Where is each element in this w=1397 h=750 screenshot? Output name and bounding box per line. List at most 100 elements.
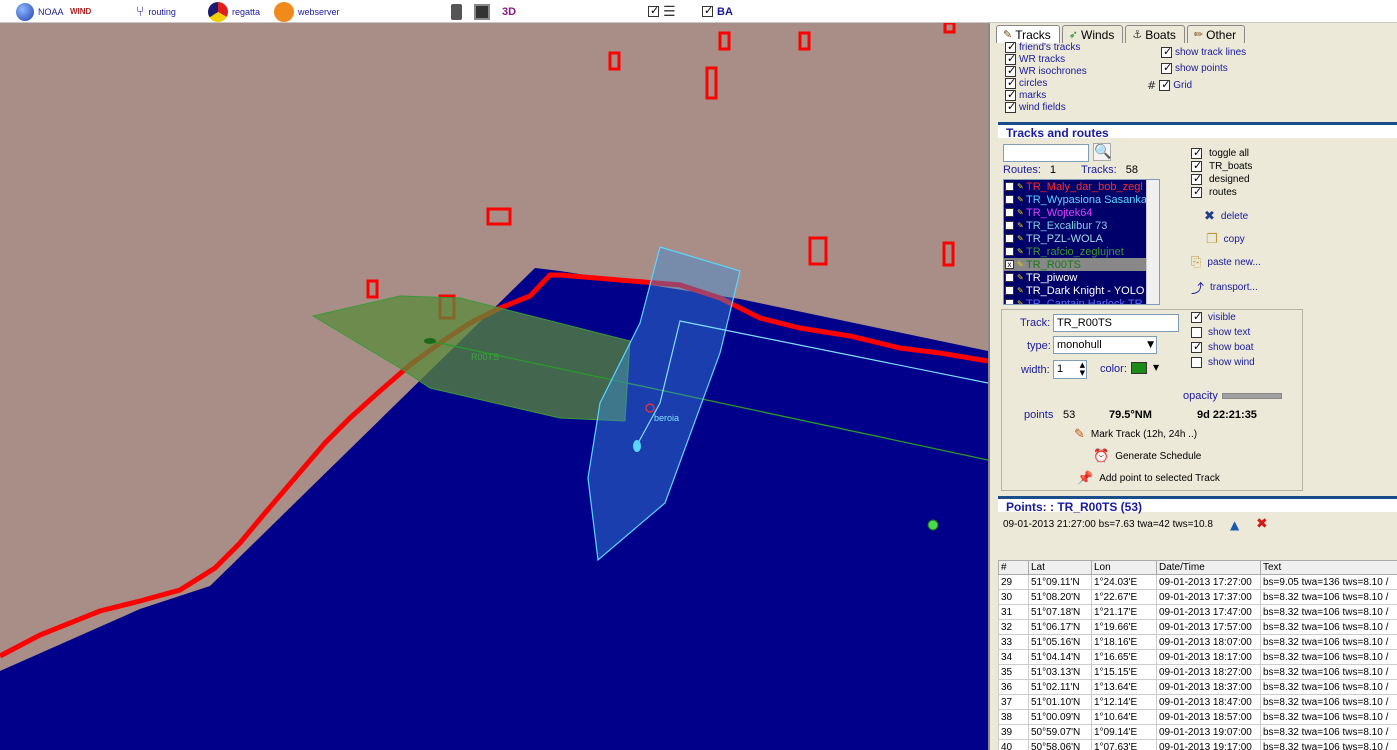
add-point-button[interactable]: 📌 Add point to selected Track bbox=[1077, 471, 1220, 486]
track-item-checkbox[interactable] bbox=[1005, 273, 1014, 282]
track-list-item[interactable]: ✎ TR_Excalibur 73 bbox=[1004, 219, 1159, 232]
designed-checkbox[interactable] bbox=[1191, 172, 1202, 185]
generate-schedule-button[interactable]: ⏰ Generate Schedule bbox=[1093, 449, 1201, 464]
layers-toggle[interactable]: ☰ bbox=[648, 0, 676, 23]
track-item-checkbox[interactable]: x bbox=[1005, 260, 1014, 269]
delete-button[interactable]: ✖ delete bbox=[1204, 209, 1248, 224]
track-item-checkbox[interactable] bbox=[1005, 247, 1014, 256]
tr-boats-checkbox[interactable] bbox=[1191, 159, 1202, 172]
show-boat-checkbox[interactable] bbox=[1191, 340, 1202, 353]
track-search-input[interactable] bbox=[1003, 144, 1089, 162]
track-item-checkbox[interactable] bbox=[1005, 286, 1014, 295]
show-points-checkbox[interactable] bbox=[1161, 61, 1172, 74]
track-list-item[interactable]: ✎ TR_Wypasiona Sasanka bbox=[1004, 193, 1159, 206]
table-row[interactable]: 38 51°00.09'N 1°10.64'E 09-01-2013 18:57:00… bbox=[998, 709, 1397, 725]
map-canvas[interactable] bbox=[0, 23, 988, 750]
track-list-item[interactable]: ✎ TR_Wojtek64 bbox=[1004, 206, 1159, 219]
column-header[interactable]: Lon bbox=[1091, 560, 1157, 575]
paste-new-button[interactable]: ⎘ paste new... bbox=[1191, 255, 1261, 270]
option-show-boat[interactable]: show boat bbox=[1191, 340, 1254, 353]
toggle-all-checkbox[interactable] bbox=[1191, 146, 1202, 159]
ba-checkbox[interactable] bbox=[702, 4, 713, 17]
column-header[interactable]: # bbox=[998, 560, 1029, 575]
option-friends-tracks[interactable]: friend's tracks bbox=[1005, 40, 1080, 53]
table-row[interactable]: 33 51°05.16'N 1°18.16'E 09-01-2013 18:07:00… bbox=[998, 634, 1397, 650]
table-row[interactable]: 32 51°06.17'N 1°19.66'E 09-01-2013 17:57:00… bbox=[998, 619, 1397, 635]
tab-tracks[interactable]: ✎ Tracks bbox=[996, 25, 1060, 43]
wind-fields-checkbox[interactable] bbox=[1005, 100, 1016, 113]
transport-button[interactable]: ⤴ transport... bbox=[1191, 278, 1258, 297]
table-row[interactable]: 36 51°02.11'N 1°13.64'E 09-01-2013 18:37:00… bbox=[998, 679, 1397, 695]
track-item-checkbox[interactable] bbox=[1005, 221, 1014, 230]
option-wr-isochrones[interactable]: WR isochrones bbox=[1005, 64, 1087, 77]
track-item-checkbox[interactable] bbox=[1005, 234, 1014, 243]
screen-button[interactable] bbox=[474, 0, 490, 23]
column-header[interactable]: Text bbox=[1260, 560, 1397, 575]
show-text-checkbox[interactable] bbox=[1191, 327, 1202, 338]
option-show-wind[interactable]: show wind bbox=[1191, 357, 1255, 368]
copy-button[interactable]: ❐ copy bbox=[1206, 232, 1245, 247]
track-list-scrollbar[interactable] bbox=[1146, 180, 1159, 304]
routing-button[interactable]: ⑂ routing bbox=[136, 0, 176, 23]
close-icon[interactable]: ✖ bbox=[1256, 516, 1268, 532]
track-list-item[interactable]: x ✎ TR_R00TS bbox=[1004, 258, 1159, 271]
calculator-button[interactable] bbox=[451, 0, 462, 23]
track-item-checkbox[interactable] bbox=[1005, 208, 1014, 217]
table-row[interactable]: 35 51°03.13'N 1°15.15'E 09-01-2013 18:27:00… bbox=[998, 664, 1397, 680]
mark-track-button[interactable]: ✎ Mark Track (12h, 24h ..) bbox=[1074, 427, 1197, 442]
filter-tr-boats[interactable]: TR_boats bbox=[1191, 159, 1252, 172]
option-wind-fields[interactable]: wind fields bbox=[1005, 100, 1066, 113]
noaa-button[interactable]: NOAA bbox=[16, 0, 64, 23]
track-name-input[interactable] bbox=[1053, 314, 1179, 332]
filter-toggle-all[interactable]: toggle all bbox=[1191, 146, 1249, 159]
tab-boats[interactable]: ⚓ Boats bbox=[1125, 25, 1185, 43]
table-row[interactable]: 37 51°01.10'N 1°12.14'E 09-01-2013 18:47:00… bbox=[998, 694, 1397, 710]
table-row[interactable]: 40 50°58.06'N 1°07.63'E 09-01-2013 19:17:00… bbox=[998, 739, 1397, 750]
3d-button[interactable]: 3D bbox=[502, 0, 516, 23]
wind-button[interactable]: WIND bbox=[70, 0, 91, 23]
track-list-item[interactable]: ✎ TR_Captain Harlock TR bbox=[1004, 297, 1159, 304]
visible-checkbox[interactable] bbox=[1191, 310, 1202, 323]
option-show-points[interactable]: show points bbox=[1161, 61, 1228, 74]
track-list-item[interactable]: ✎ TR_rafcio_zeglujnet bbox=[1004, 245, 1159, 258]
table-row[interactable]: 31 51°07.18'N 1°21.17'E 09-01-2013 17:47:00… bbox=[998, 604, 1397, 620]
grid-checkbox[interactable] bbox=[1159, 78, 1170, 91]
tab-other[interactable]: ✏ Other bbox=[1186, 25, 1246, 43]
chart-map[interactable]: R00TS beroia bbox=[0, 23, 988, 750]
track-type-select[interactable]: monohull ▼ bbox=[1053, 336, 1157, 354]
tab-winds[interactable]: ➶ Winds bbox=[1061, 25, 1124, 43]
track-color-swatch[interactable] bbox=[1131, 362, 1147, 374]
table-row[interactable]: 29 51°09.11'N 1°24.03'E 09-01-2013 17:27:00… bbox=[998, 574, 1397, 590]
track-item-checkbox[interactable] bbox=[1005, 195, 1014, 204]
track-list-item[interactable]: ✎ TR_Maly_dar_bob_zegl bbox=[1004, 180, 1159, 193]
webserver-button[interactable]: webserver bbox=[274, 0, 340, 23]
ba-toggle[interactable]: BA bbox=[702, 0, 733, 23]
track-item-checkbox[interactable] bbox=[1005, 182, 1014, 191]
chevron-down-icon[interactable]: ▼ bbox=[1153, 363, 1159, 372]
track-list-item[interactable]: ✎ TR_Dark Knight - YOLO bbox=[1004, 284, 1159, 297]
table-row[interactable]: 30 51°08.20'N 1°22.67'E 09-01-2013 17:37:00… bbox=[998, 589, 1397, 605]
track-width-stepper[interactable]: 1 ▲ ▼ bbox=[1053, 360, 1087, 379]
option-show-text[interactable]: show text bbox=[1191, 327, 1250, 338]
track-list-item[interactable]: ✎ TR_piwow bbox=[1004, 271, 1159, 284]
table-row[interactable]: 34 51°04.14'N 1°16.65'E 09-01-2013 18:17:00… bbox=[998, 649, 1397, 665]
option-grid[interactable]: #Grid bbox=[1147, 78, 1192, 92]
track-list[interactable]: ✎ TR_Maly_dar_bob_zegl ✎ TR_Wypasiona Sasan… bbox=[1003, 179, 1160, 305]
column-header[interactable]: Lat bbox=[1028, 560, 1092, 575]
track-item-checkbox[interactable] bbox=[1005, 299, 1014, 304]
show-wind-checkbox[interactable] bbox=[1191, 357, 1202, 368]
filter-designed[interactable]: designed bbox=[1191, 172, 1250, 185]
move-up-icon[interactable]: ▲ bbox=[1230, 518, 1239, 532]
option-visible[interactable]: visible bbox=[1191, 310, 1236, 323]
routes-checkbox[interactable] bbox=[1191, 185, 1202, 198]
layers-checkbox[interactable] bbox=[648, 4, 659, 17]
column-header[interactable]: Date/Time bbox=[1156, 560, 1261, 575]
option-show-track-lines[interactable]: show track lines bbox=[1161, 45, 1246, 58]
show-track-lines-checkbox[interactable] bbox=[1161, 45, 1172, 58]
find-icon[interactable]: 🔍 bbox=[1093, 143, 1111, 161]
opacity-slider[interactable] bbox=[1222, 393, 1282, 399]
track-list-item[interactable]: ✎ TR_PZL-WOLA bbox=[1004, 232, 1159, 245]
filter-routes[interactable]: routes bbox=[1191, 185, 1237, 198]
table-row[interactable]: 39 50°59.07'N 1°09.14'E 09-01-2013 19:07:00… bbox=[998, 724, 1397, 740]
regatta-button[interactable]: regatta bbox=[208, 0, 260, 23]
